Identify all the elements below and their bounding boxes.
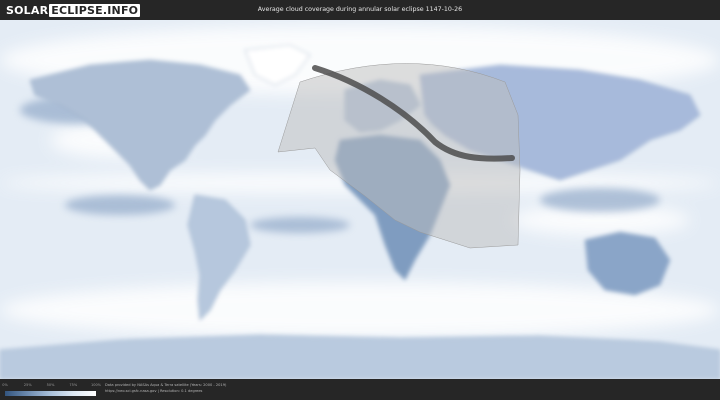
land-antarctica	[0, 334, 720, 379]
legend-tick-100: 100%	[90, 383, 102, 387]
legend-tick-75: 75%	[69, 383, 78, 387]
cloud-coverage-legend-bar	[5, 391, 96, 396]
legend-tick-0: 0%	[2, 383, 8, 387]
legend-tick-25: 25%	[23, 383, 32, 387]
data-credit-line1: Data provided by NASAs Aqua & Terra sate…	[105, 383, 227, 387]
cloud-coverage-map	[0, 20, 720, 379]
header-bar: SOLAR ECLIPSE.INFO Average cloud coverag…	[0, 0, 720, 20]
data-credit-line2: https://neo.sci.gsfc.nasa.gov | Resoluti…	[105, 389, 203, 393]
legend-tick-50: 50%	[46, 383, 55, 387]
page-title: Average cloud coverage during annular so…	[257, 6, 463, 13]
legend-tick-labels: 0% 25% 50% 75% 100%	[2, 383, 101, 389]
